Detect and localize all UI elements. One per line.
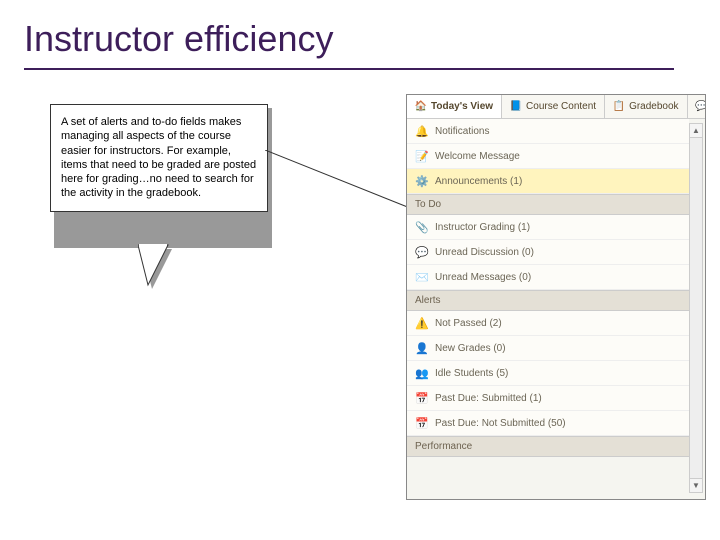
clip-icon: 📎 [415,220,429,234]
person-icon: 👤 [415,341,429,355]
app-screenshot: 🏠 Today's View 📘 Course Content 📋 Gradeb… [406,94,706,500]
row-label: Unread Discussion (0) [435,247,534,258]
tab-label: Gradebook [629,101,678,112]
callout-box: A set of alerts and to-do fields makes m… [50,104,268,212]
row-label: Instructor Grading (1) [435,222,530,233]
scroll-up-icon[interactable]: ▲ [690,124,702,138]
section-header-performance: Performance [407,436,689,457]
person-icon: 👥 [415,366,429,380]
tab-gradebook[interactable]: 📋 Gradebook [605,95,687,118]
row-label: Notifications [435,126,489,137]
mail-icon: ✉️ [415,270,429,284]
bell-icon: 🔔 [415,124,429,138]
tab-label: Course Content [526,101,596,112]
row-label: Announcements (1) [435,176,522,187]
row-label: Idle Students (5) [435,368,508,379]
tab-todays-view[interactable]: 🏠 Today's View [407,95,502,118]
title-underline [24,68,674,70]
row-label: Not Passed (2) [435,318,502,329]
comm-icon: 💬 [696,101,706,113]
tab-communicate[interactable]: 💬 Communi [688,95,706,118]
section-header-alerts: Alerts [407,290,689,311]
row-unread-messages[interactable]: ✉️ Unread Messages (0) [407,265,689,290]
row-past-due-not-submitted[interactable]: 📅 Past Due: Not Submitted (50) [407,411,689,436]
row-label: Unread Messages (0) [435,272,531,283]
page-title: Instructor efficiency [24,18,333,60]
tab-label: Today's View [431,101,493,112]
row-unread-discussion[interactable]: 💬 Unread Discussion (0) [407,240,689,265]
row-notifications[interactable]: 🔔 Notifications [407,119,689,144]
row-label: Past Due: Submitted (1) [435,393,542,404]
grades-icon: 📋 [613,101,625,113]
row-welcome[interactable]: 📝 Welcome Message [407,144,689,169]
book-icon: 📘 [510,101,522,113]
app-tabs: 🏠 Today's View 📘 Course Content 📋 Gradeb… [407,95,705,119]
row-announcements[interactable]: ⚙️ Announcements (1) [407,169,689,194]
callout-tail [138,244,188,299]
tab-course-content[interactable]: 📘 Course Content [502,95,605,118]
calendar-icon: 📅 [415,416,429,430]
chat-icon: 💬 [415,245,429,259]
home-icon: 🏠 [415,101,427,113]
warn-icon: ⚠️ [415,316,429,330]
row-past-due-submitted[interactable]: 📅 Past Due: Submitted (1) [407,386,689,411]
section-header-todo: To Do [407,194,689,215]
scrollbar[interactable]: ▲ ▼ [689,123,703,493]
row-not-passed[interactable]: ⚠️ Not Passed (2) [407,311,689,336]
calendar-icon: 📅 [415,391,429,405]
row-label: Welcome Message [435,151,520,162]
gear-icon: ⚙️ [415,174,429,188]
note-icon: 📝 [415,149,429,163]
scroll-down-icon[interactable]: ▼ [690,478,702,492]
row-label: Past Due: Not Submitted (50) [435,418,566,429]
row-instructor-grading[interactable]: 📎 Instructor Grading (1) [407,215,689,240]
row-idle-students[interactable]: 👥 Idle Students (5) [407,361,689,386]
row-new-grades[interactable]: 👤 New Grades (0) [407,336,689,361]
row-label: New Grades (0) [435,343,506,354]
